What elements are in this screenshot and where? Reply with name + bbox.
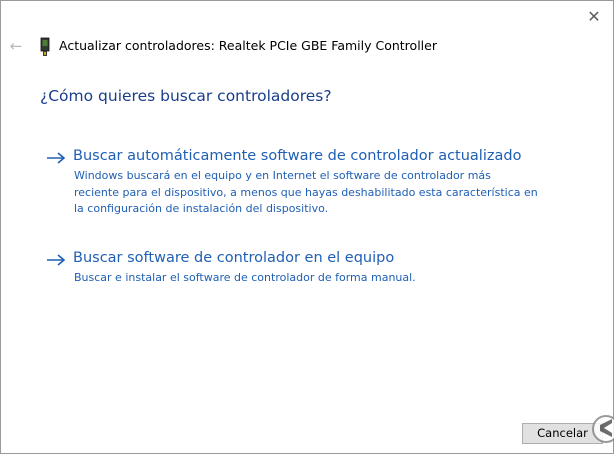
arrow-right-icon xyxy=(47,152,66,164)
option-description: Buscar e instalar el software de control… xyxy=(74,270,544,287)
network-adapter-icon xyxy=(40,37,50,56)
dialog-title: Actualizar controladores: Realtek PCIe G… xyxy=(59,38,437,53)
description-line: Windows buscará en el equipo y en Intern… xyxy=(74,169,491,182)
description-line: la configuración de instalación del disp… xyxy=(74,202,329,215)
close-button[interactable]: ✕ xyxy=(575,3,613,31)
description-line: reciente para el dispositivo, a menos qu… xyxy=(74,185,538,199)
watermark-logo xyxy=(592,415,614,443)
option-title[interactable]: Buscar software de controlador en el equ… xyxy=(73,250,394,266)
update-drivers-dialog: ✕ ← Actualizar controladores: Realtek PC… xyxy=(0,0,614,454)
option-title[interactable]: Buscar automáticamente software de contr… xyxy=(73,148,521,164)
back-arrow-icon: ← xyxy=(9,37,23,55)
arrow-right-icon xyxy=(47,254,66,266)
back-button[interactable]: ← xyxy=(3,33,29,59)
page-question: ¿Cómo quieres buscar controladores? xyxy=(40,87,332,105)
description-line: Buscar e instalar el software de control… xyxy=(74,271,416,284)
option-description: Windows buscará en el equipo y en Intern… xyxy=(74,168,544,218)
close-icon: ✕ xyxy=(587,7,601,26)
